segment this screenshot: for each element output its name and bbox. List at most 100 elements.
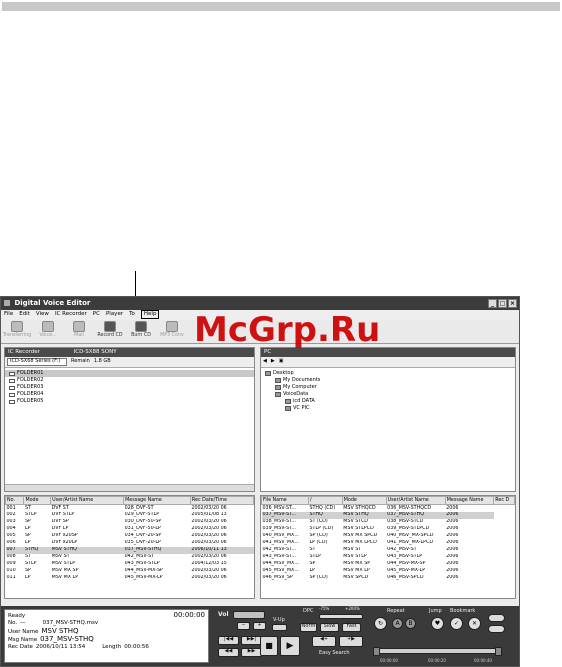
column-header[interactable]: Rec Date/Time (189, 496, 254, 505)
rewind-button[interactable]: ◀◀ (218, 648, 239, 657)
playback-position-bar[interactable] (373, 648, 501, 654)
menu-help[interactable]: Help (140, 310, 160, 319)
transfer-button[interactable]: Transferring (3, 321, 31, 342)
table-row[interactable]: 006 LP DVF x20LP 035_DVF-20-LP 2002/03/20 06 (6, 540, 254, 547)
table-row[interactable]: 010 SP MSV MX SP 044_MSV-MX-SP 2002/03/20 06 (6, 568, 254, 575)
table-row[interactable]: 040_MSV_MX... SP (CD) MSV MX SPCD 040_MSV_M… (262, 533, 515, 540)
toggle-view-button[interactable] (488, 614, 505, 622)
table-row[interactable]: 001 ST DVF ST 028_DVF-ST 2002/03/20 06 (6, 505, 254, 512)
table-row[interactable]: 043_MSV-ST... STLP MSV STLP 043_MSV-STLP 200… (262, 554, 515, 561)
tree-node-desktop[interactable]: Desktop (265, 370, 515, 377)
fast-button[interactable]: Fast (342, 623, 361, 632)
table-row[interactable]: 004 LP DVF LP 031_DVF-50-LP 2002/03/20 06 (6, 526, 254, 533)
table-row[interactable]: 008 ST MSV ST 042_MSV-ST 2002/03/20 06 (6, 554, 254, 561)
mp3-convert-button[interactable]: MP3 Conv (159, 321, 185, 342)
folder-item[interactable]: FOLDER04 (5, 391, 254, 398)
table-row[interactable]: 037_MSV-ST... STHQ MSV STHQ 037_MSV-STHQ 200… (261, 511, 515, 519)
table-row[interactable]: 046_MSV_SP SP (CD) MSV SPCD 046_MSV-SPCD 200… (262, 575, 515, 582)
forward-icon[interactable]: ▶ (271, 359, 275, 365)
column-header[interactable]: / (307, 496, 343, 505)
maximize-button[interactable]: □ (498, 299, 507, 308)
column-header[interactable]: No. (5, 496, 25, 505)
tree-node-vc-pic[interactable]: VC PIC (265, 405, 515, 412)
table-cell: 045_MSV-MX-LP (387, 568, 426, 574)
norm-button[interactable]: Norm (300, 623, 317, 632)
voice-button[interactable]: Voice... (35, 321, 61, 342)
table-cell: 007 (5, 546, 24, 554)
table-row[interactable]: 042_MSV-ST... ST MSV ST 042_MSV-ST 2006 (262, 547, 515, 554)
stop-button[interactable]: ■ (260, 636, 278, 656)
column-header[interactable]: File Name (261, 496, 309, 505)
repeat-icon[interactable]: ↻ (374, 617, 387, 630)
table-cell: MSV STLPCD (343, 526, 374, 532)
burn-cd-button[interactable]: Burn CD (128, 321, 154, 342)
menu-pc[interactable]: PC (93, 311, 100, 319)
table-row[interactable]: 038_MSV-ST... ST (CD) MSV STCD 038_MSV-STCD… (262, 519, 515, 526)
folder-item[interactable]: FOLDER03 (5, 384, 254, 391)
column-header[interactable]: Rec D (493, 496, 515, 505)
volume-slider[interactable] (233, 611, 265, 619)
record-cd-button[interactable]: Record CD (97, 321, 123, 342)
table-row[interactable]: 041_MSV_MX... LP (CD) MSV MX LPCD 041_MSV_M… (262, 540, 515, 547)
recorder-toolbar: ICD-SX68 Series (F:) Remain 1.8 GB (5, 357, 254, 368)
vol-label: Vol (218, 611, 229, 618)
repeat-a-button[interactable]: A (392, 618, 403, 629)
play-button[interactable]: ▶ (280, 636, 300, 656)
folder-item[interactable]: FOLDER02 (5, 377, 254, 384)
fast-forward-button[interactable]: ▶▶ (241, 648, 262, 657)
table-row[interactable]: 007 STHQ MSV STHQ 037_MSV-STHQ 2006/10/11 13 (5, 546, 254, 554)
tree-label: Desktop (273, 369, 294, 376)
volume-up-button[interactable]: + (253, 622, 266, 630)
up-folder-icon[interactable]: ▣ (279, 359, 284, 365)
table-row[interactable]: 045_MSV_MX... LP MSV MX LP 045_MSV-MX-LP 200… (262, 568, 515, 575)
easy-search-forward-button[interactable]: +▶ (339, 636, 363, 647)
menu-file[interactable]: File (4, 311, 13, 319)
table-row[interactable]: 002 STLP DVF STLP 029_DVF-STLP 2005/01/08 13 (6, 512, 254, 519)
vup-toggle[interactable] (272, 624, 287, 631)
table-row[interactable]: 011 LP MSV MX LP 045_MSV-MX-LP 2002/03/20 06 (6, 575, 254, 582)
folder-item[interactable]: FOLDER05 (5, 398, 254, 405)
tree-node-my-documents[interactable]: My Documents (265, 377, 515, 384)
column-header[interactable]: Mode (23, 496, 52, 505)
column-header[interactable]: Message Name (444, 496, 495, 505)
menu-tools[interactable]: To (129, 311, 135, 319)
slow-button[interactable]: Slow (320, 623, 339, 632)
fast-forward-end-button[interactable]: ▶▶| (241, 636, 262, 645)
volume-down-button[interactable]: − (237, 622, 250, 630)
column-header[interactable]: Message Name (123, 496, 191, 505)
table-row[interactable]: 039_MSV-ST... STLP (CD) MSV STLPCD 039_MSV-… (262, 526, 515, 533)
repeat-b-button[interactable]: B (405, 618, 416, 629)
column-header[interactable]: Mode (341, 496, 387, 505)
tree-node-my-computer[interactable]: My Computer (265, 384, 515, 391)
bookmark-add-icon[interactable]: ✓ (450, 617, 463, 630)
position-end-handle[interactable] (495, 647, 502, 656)
bookmark-remove-icon[interactable]: ✕ (468, 617, 481, 630)
minimize-button[interactable]: _ (488, 299, 497, 308)
menu-view[interactable]: View (36, 311, 49, 319)
close-button[interactable]: × (508, 299, 517, 308)
table-row[interactable]: 036_MSV-ST... STHQ (CD) MSV STHQCD 036_MSV-… (262, 505, 515, 512)
mail-button[interactable]: Mail (66, 321, 92, 342)
tree-node-icd-data[interactable]: icd DATA (265, 398, 515, 405)
rewind-start-button[interactable]: |◀◀ (218, 636, 239, 645)
menu-player[interactable]: Player (106, 311, 123, 319)
tree-node-voicedata[interactable]: VoiceData (265, 391, 515, 398)
position-start-handle[interactable] (373, 647, 380, 656)
column-header[interactable]: User/Artist Name (50, 496, 125, 505)
jump-icon[interactable]: ♥ (431, 617, 444, 630)
horizontal-scrollbar[interactable] (5, 484, 254, 491)
table-row[interactable]: 044_MSV_MX... SP MSV MX SP 044_MSV-MX-SP 200… (262, 561, 515, 568)
dpc-slider[interactable] (319, 614, 363, 619)
easy-search-back-button[interactable]: ◀+ (312, 636, 336, 647)
toggle-mode-button[interactable] (488, 625, 505, 633)
table-row[interactable]: 005 SP DVF x20SP 034_DVF-20-SP 2002/03/20 06 (6, 533, 254, 540)
menu-ic-recorder[interactable]: IC Recorder (55, 311, 87, 319)
menu-edit[interactable]: Edit (19, 311, 30, 319)
table-row[interactable]: 009 STLP MSV STLP 043_MSV-STLP 2004/12/03 15 (6, 561, 254, 568)
column-header[interactable]: User/Artist Name (385, 496, 446, 505)
table-cell: LP (24, 526, 31, 532)
folder-item[interactable]: FOLDER01 (5, 370, 254, 377)
recorder-select[interactable]: ICD-SX68 Series (F:) (7, 358, 67, 366)
back-icon[interactable]: ◀ (263, 359, 267, 365)
table-row[interactable]: 003 SP DVF SP 030_DVF-50-SP 2002/03/20 06 (6, 519, 254, 526)
